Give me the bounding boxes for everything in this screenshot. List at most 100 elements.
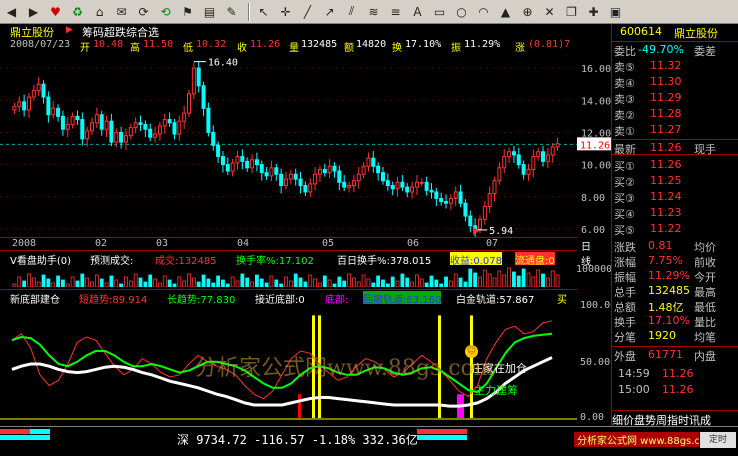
volume-bar (75, 280, 80, 287)
home-icon[interactable]: ⌂ (90, 2, 109, 21)
formula-arrow-icon: ▶ (66, 25, 73, 35)
mail-icon[interactable]: ✉ (112, 2, 131, 21)
rectangle-icon[interactable]: ▭ (430, 2, 449, 21)
crosshair-icon[interactable]: ✛ (276, 2, 295, 21)
candle (332, 162, 337, 178)
candle (196, 60, 201, 93)
ask-row-label: 卖⑤ (614, 61, 635, 74)
circle-icon[interactable]: ○ (452, 2, 471, 21)
heart-icon[interactable]: ♥ (46, 2, 65, 21)
vol-title[interactable]: V看盘助手(0) (10, 252, 71, 265)
volume-bar (206, 278, 211, 287)
candle (138, 115, 143, 131)
stat-turnover-label: 换 (392, 43, 402, 52)
volume-chart[interactable] (0, 265, 577, 287)
volume-bar (114, 279, 119, 287)
candle (211, 125, 216, 151)
volume-bar (371, 282, 376, 287)
view-icon[interactable]: ▤ (200, 2, 219, 21)
candle (327, 158, 332, 178)
flag-icon[interactable]: ⚑ (178, 2, 197, 21)
bid-row-price: 11.25 (650, 174, 682, 187)
volume-bar (322, 275, 327, 287)
volume-bar (288, 280, 293, 287)
fib-tool-icon[interactable]: ≡ (386, 2, 405, 21)
refresh-icon[interactable]: ⟳ (134, 2, 153, 21)
date-label: 05 (322, 238, 335, 249)
bid-row: 买④ 11.23 (612, 205, 738, 221)
ind-short-trend: 短趋势:89.914 (79, 295, 148, 304)
pin-icon[interactable]: ✚ (584, 2, 603, 21)
volume-bar (521, 268, 526, 287)
volume-bar (444, 276, 448, 287)
brand-banner[interactable]: 分析家公式网 www.88gs.com (574, 432, 699, 447)
candle (240, 149, 245, 170)
forward-arrow-icon[interactable]: ▶ (24, 2, 43, 21)
kline-chart[interactable]: 16.40 5.94 (0, 52, 577, 237)
candle (439, 192, 444, 206)
recycle-icon[interactable]: ♻ (68, 2, 87, 21)
candle (492, 176, 497, 202)
date-label: 06 (407, 238, 420, 249)
volume-bar (308, 274, 313, 287)
quote-stat-cell: 132485 (648, 284, 690, 297)
volume-bar (65, 283, 70, 287)
candle (555, 138, 560, 151)
candle (254, 152, 259, 172)
ind-title[interactable]: 新底部建仓 (10, 291, 60, 304)
candle (322, 163, 327, 177)
cursor-icon[interactable]: ↖ (254, 2, 273, 21)
volume-bar (259, 278, 264, 287)
candle (279, 168, 284, 194)
tick-price: 11.26 (662, 383, 694, 396)
back-arrow-icon[interactable]: ◀ (2, 2, 21, 21)
reload-icon[interactable]: ⟲ (156, 2, 175, 21)
save-icon[interactable]: ▣ (606, 2, 625, 21)
candle (26, 93, 31, 118)
quote-name: 鼎立股份 (674, 27, 718, 40)
stock-name[interactable]: 鼎立股份 (10, 24, 54, 40)
channel-tool-icon[interactable]: ≋ (364, 2, 383, 21)
tick-price: 11.26 (662, 367, 694, 380)
candle (220, 150, 225, 173)
arc-icon[interactable]: ◠ (474, 2, 493, 21)
volume-bar (22, 280, 27, 287)
timer-button[interactable]: 定时 (700, 432, 736, 448)
note-icon[interactable]: ✎ (222, 2, 241, 21)
volume-bar (303, 281, 308, 287)
candle (85, 126, 90, 147)
text-tool-icon[interactable]: A (408, 2, 427, 21)
candle (225, 157, 230, 176)
zoom-icon[interactable]: ⊕ (518, 2, 537, 21)
bid-row-label: 买② (614, 176, 635, 189)
stat-date: 2008/07/23 (10, 39, 71, 50)
candle (356, 167, 361, 189)
candle (143, 120, 148, 138)
candle (313, 167, 318, 191)
ray-tool-icon[interactable]: ↗ (320, 2, 339, 21)
volume-bar (405, 277, 410, 287)
bid-row-price: 11.24 (650, 190, 682, 203)
line-tool-icon[interactable]: ╱ (298, 2, 317, 21)
volume-bar (313, 278, 317, 287)
candle (429, 183, 434, 199)
stat-high: 11.50 (143, 39, 174, 50)
last-price-tag: 11.26 (577, 137, 611, 151)
copy-icon[interactable]: ❐ (562, 2, 581, 21)
candle (337, 165, 342, 191)
tick-time: 14:59 (618, 367, 650, 380)
parallel-tool-icon[interactable]: ⫽ (342, 2, 361, 21)
volume-bar (17, 276, 22, 287)
market-bar-left (0, 429, 50, 440)
candle (487, 186, 492, 214)
formula-name[interactable]: 筹码超跌综合选 (82, 24, 159, 40)
candle (167, 112, 172, 127)
delete-icon[interactable]: ✕ (540, 2, 559, 21)
bid-row-label: 买③ (614, 192, 635, 205)
up-arrow-icon[interactable]: ▲ (496, 2, 515, 21)
volume-bar (463, 281, 468, 287)
candle (264, 167, 269, 180)
volume-bar (138, 277, 143, 287)
volume-bar (473, 272, 478, 287)
volume-bar (293, 273, 298, 287)
